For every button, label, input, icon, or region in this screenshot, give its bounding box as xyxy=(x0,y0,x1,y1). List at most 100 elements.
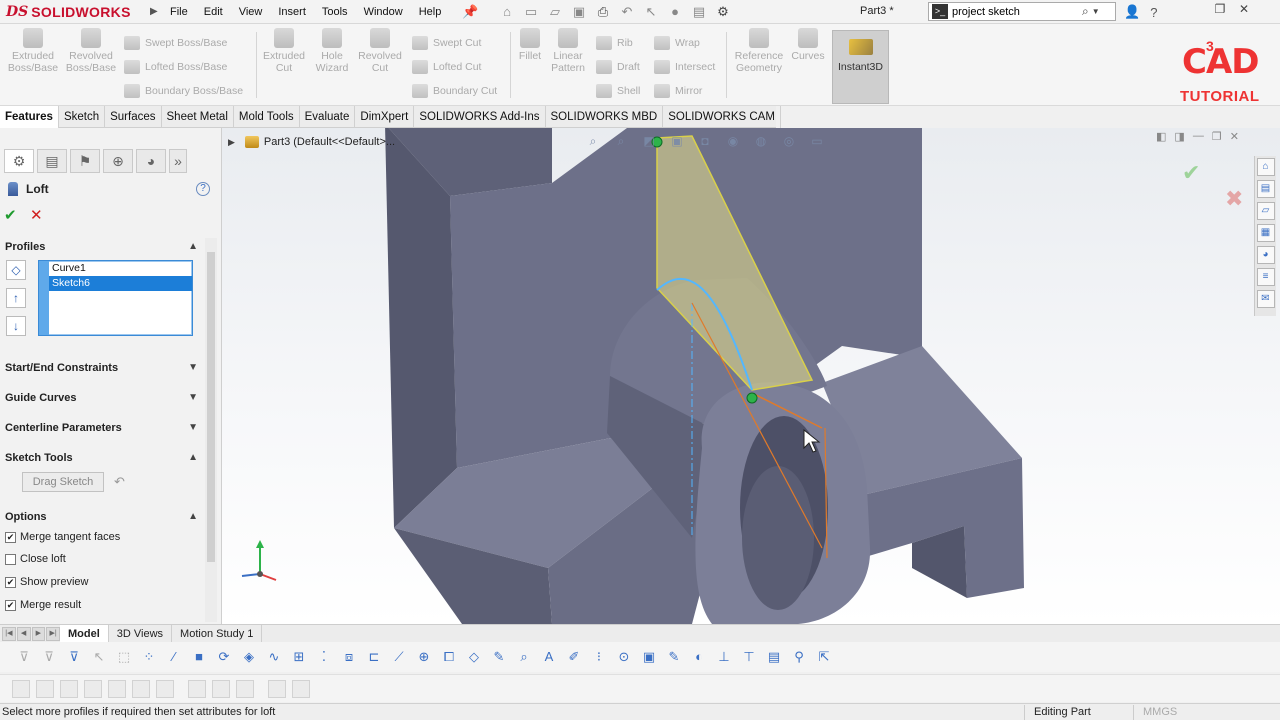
checkbox-checked[interactable]: ✔ xyxy=(5,531,16,543)
tab-mold-tools[interactable]: Mold Tools xyxy=(234,106,300,128)
menu-view[interactable]: View xyxy=(231,6,271,18)
copy-icon[interactable] xyxy=(60,679,78,698)
zoom-area-icon[interactable]: ⌕ xyxy=(612,132,630,150)
section-view-icon[interactable]: ◩ xyxy=(640,132,658,150)
instant3d-button[interactable]: Instant3D xyxy=(832,30,889,104)
checkbox-unchecked[interactable] xyxy=(5,553,16,565)
feature-manager-icon[interactable]: ⚙ xyxy=(4,149,34,173)
ok-check-icon[interactable]: ✔ xyxy=(4,206,17,224)
cancel-x-icon[interactable]: ✕ xyxy=(30,206,43,224)
extruded-boss-button[interactable]: Extruded Boss/Base xyxy=(3,28,63,74)
scene-icon[interactable]: ◎ xyxy=(780,132,798,150)
select-icon[interactable]: ↖ xyxy=(89,647,109,667)
solidworks-resources-icon[interactable]: ⌂ xyxy=(1256,158,1275,176)
mirror-button[interactable]: Mirror xyxy=(654,80,702,102)
lofted-boss-button[interactable]: Lofted Boss/Base xyxy=(124,56,227,78)
connector-handle[interactable] xyxy=(746,392,758,404)
relations-icon[interactable]: ⊥ xyxy=(714,647,734,667)
configuration-manager-icon[interactable]: ⚑ xyxy=(70,149,100,173)
restore-view-icon[interactable]: ❐ xyxy=(1212,130,1222,143)
lofted-cut-button[interactable]: Lofted Cut xyxy=(412,56,481,78)
profiles-list[interactable]: Curve1 Sketch6 xyxy=(38,260,193,336)
profile-selection-icon[interactable]: ◇ xyxy=(6,260,26,280)
first-tab-icon[interactable]: |◀ xyxy=(2,626,16,641)
start-end-constraints-header[interactable]: Start/End Constraints ▼ xyxy=(0,357,202,379)
feature-tree-flyout[interactable]: ▶ Part3 (Default<<Default>... xyxy=(228,136,395,148)
expand-arrow-icon[interactable]: ▶ xyxy=(228,137,235,148)
copy-icon[interactable] xyxy=(292,679,310,698)
view-icon[interactable]: ▣ xyxy=(639,647,659,667)
display-manager-icon[interactable]: ◕ xyxy=(136,149,166,173)
tab-surfaces[interactable]: Surfaces xyxy=(105,106,162,128)
shell-button[interactable]: Shell xyxy=(596,80,640,102)
copy-icon[interactable] xyxy=(188,679,206,698)
move-down-icon[interactable]: ↓ xyxy=(6,316,26,336)
select-icon[interactable]: ⬚ xyxy=(114,647,134,667)
rebuild-icon[interactable]: ● xyxy=(666,4,684,20)
restore-window-icon[interactable]: ❐ xyxy=(1210,0,1230,20)
copy-icon[interactable] xyxy=(212,679,230,698)
profiles-header[interactable]: Profiles ▲ xyxy=(0,236,202,258)
zoom-icon[interactable]: ⊙ xyxy=(614,647,634,667)
user-icon[interactable]: 👤 xyxy=(1124,4,1140,20)
text-icon[interactable]: A xyxy=(539,647,559,667)
menu-expand-icon[interactable]: ▶ xyxy=(150,6,158,17)
design-library-icon[interactable]: ▤ xyxy=(1256,180,1275,198)
line-icon[interactable]: ∕ xyxy=(164,647,184,667)
boundary-boss-button[interactable]: Boundary Boss/Base xyxy=(124,80,243,102)
dots-icon[interactable]: ⁚ xyxy=(314,647,334,667)
panel-scrollbar[interactable] xyxy=(205,238,217,622)
pattern-icon[interactable]: ⁝ xyxy=(589,647,609,667)
next-tab-icon[interactable]: ▶ xyxy=(31,626,46,641)
options-gear-icon[interactable]: ⚙ xyxy=(714,4,732,20)
status-units[interactable]: MMGS xyxy=(1143,706,1177,718)
tab-model[interactable]: Model xyxy=(60,624,109,643)
menu-tools[interactable]: Tools xyxy=(314,6,356,18)
checkbox-checked[interactable]: ✔ xyxy=(5,576,16,588)
tab-sheet-metal[interactable]: Sheet Metal xyxy=(162,106,234,128)
rib-button[interactable]: Rib xyxy=(596,32,633,54)
menu-edit[interactable]: Edit xyxy=(196,6,231,18)
menu-file[interactable]: File xyxy=(162,6,196,18)
rotate-icon[interactable]: ⟳ xyxy=(214,647,234,667)
copy-icon[interactable] xyxy=(236,679,254,698)
revolved-boss-button[interactable]: Revolved Boss/Base xyxy=(61,28,121,74)
tab-features[interactable]: Features xyxy=(0,106,59,128)
draft-button[interactable]: Draft xyxy=(596,56,640,78)
forum-icon[interactable]: ✉ xyxy=(1256,290,1275,308)
graphics-area[interactable]: ▶ Part3 (Default<<Default>... ⌕ ⌕ ◩ ▣ ◘ … xyxy=(222,128,1280,624)
last-tab-icon[interactable]: ▶| xyxy=(46,626,60,641)
pin-menu-icon[interactable]: 📌 xyxy=(462,4,478,20)
view-orientation-icon[interactable]: ▣ xyxy=(668,132,686,150)
appearance-icon[interactable]: ◍ xyxy=(752,132,770,150)
search-icon[interactable]: ⌕ xyxy=(1082,4,1089,19)
menu-help[interactable]: Help xyxy=(411,6,450,18)
curves-button[interactable]: Curves xyxy=(778,28,838,62)
scroll-thumb[interactable] xyxy=(207,252,215,562)
option-close-loft[interactable]: Close loft xyxy=(5,550,66,568)
manager-more-icon[interactable]: » xyxy=(169,149,187,173)
property-manager-icon[interactable]: ▤ xyxy=(37,149,67,173)
plane-icon[interactable]: ⊤ xyxy=(739,647,759,667)
tile-left-icon[interactable]: ◧ xyxy=(1156,130,1166,143)
file-properties-icon[interactable]: ▤ xyxy=(690,4,708,20)
grid-icon[interactable]: ⊞ xyxy=(289,647,309,667)
tab-cam[interactable]: SOLIDWORKS CAM xyxy=(663,106,781,128)
filter-icon[interactable]: ⊽ xyxy=(64,647,84,667)
profile-item[interactable]: Curve1 xyxy=(39,261,192,276)
filter-icon[interactable]: ⊽ xyxy=(39,647,59,667)
model-view[interactable] xyxy=(222,128,1280,624)
extend-icon[interactable]: ⟋ xyxy=(389,647,409,667)
rectangle-icon[interactable]: ■ xyxy=(189,647,209,667)
copy-icon[interactable] xyxy=(108,679,126,698)
profile-item-selected[interactable]: Sketch6 xyxy=(39,276,192,291)
minimize-view-icon[interactable]: — xyxy=(1193,130,1204,143)
copy-icon[interactable] xyxy=(12,679,30,698)
display-style-icon[interactable]: ◘ xyxy=(696,132,714,150)
wrap-button[interactable]: Wrap xyxy=(654,32,700,54)
magnify-icon[interactable]: ⌕ xyxy=(514,647,534,667)
save-icon[interactable]: ▣ xyxy=(570,4,588,20)
cube-icon[interactable]: ◈ xyxy=(239,647,259,667)
copy-icon[interactable] xyxy=(36,679,54,698)
swept-cut-button[interactable]: Swept Cut xyxy=(412,32,481,54)
